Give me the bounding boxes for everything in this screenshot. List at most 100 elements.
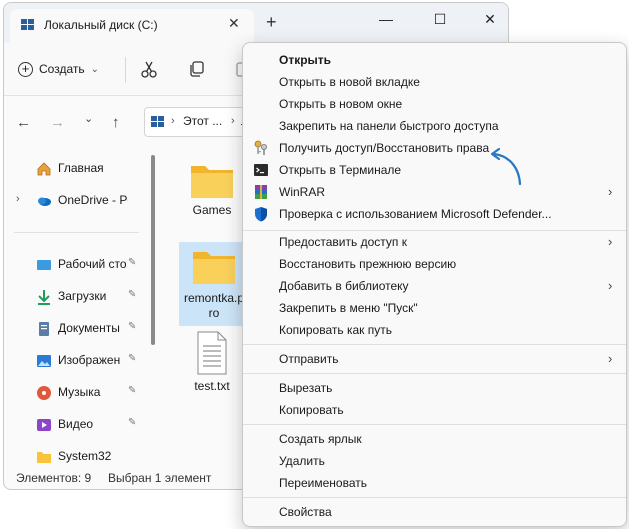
menu-item-open-new-tab[interactable]: Открыть в новой вкладке [243, 71, 626, 93]
menu-item-label: Вырезать [279, 381, 333, 395]
file-label: test.txt [194, 379, 230, 393]
file-label-line-1: remontka.p [183, 291, 245, 305]
forward-arrow-icon[interactable]: → [50, 114, 65, 131]
terminal-icon [254, 164, 268, 176]
menu-item-open-terminal[interactable]: Открыть в Терминале [243, 159, 626, 181]
chevron-down-icon: ⌄ [90, 63, 99, 75]
menu-item-restore-version[interactable]: Восстановить прежнюю версию [243, 253, 626, 275]
breadcrumb-separator: › [171, 115, 175, 127]
menu-item-label: Создать ярлык [279, 432, 362, 446]
pictures-icon [37, 355, 51, 367]
menu-item-open-new-window[interactable]: Открыть в новом окне [243, 93, 626, 115]
sidebar-item-label: Изображен [58, 353, 121, 367]
downloads-icon [38, 290, 50, 305]
cut-icon[interactable] [140, 60, 158, 78]
menu-item-defender-scan[interactable]: Проверка с использованием Microsoft Defe… [243, 203, 626, 225]
sidebar-item-desktop[interactable]: Рабочий сто ✎ [4, 254, 149, 276]
drive-icon [151, 116, 164, 127]
home-icon [37, 162, 51, 176]
sidebar-item-label: Главная [58, 161, 104, 175]
sidebar-item-onedrive[interactable]: › OneDrive - Pers [4, 190, 149, 212]
winrar-icon [255, 185, 267, 199]
drive-icon [21, 19, 34, 30]
menu-item-open[interactable]: Открыть [243, 49, 626, 71]
expand-chevron-icon[interactable]: › [16, 193, 20, 205]
menu-item-pin-to-start[interactable]: Закрепить в меню "Пуск" [243, 297, 626, 319]
menu-item-label: Закрепить на панели быстрого доступа [279, 119, 499, 133]
recent-dropdown-icon[interactable]: ⌄ [84, 112, 93, 125]
sidebar-item-documents[interactable]: Документы ✎ [4, 318, 149, 340]
annotation-arrow-icon [490, 147, 522, 186]
back-arrow-icon[interactable]: ← [16, 114, 31, 131]
sidebar-item-label: Рабочий сто [58, 257, 127, 271]
file-item-remontka[interactable]: remontka.p ro [179, 242, 249, 326]
plus-icon: + [18, 61, 33, 77]
menu-item-give-access[interactable]: Предоставить доступ к › [243, 231, 626, 253]
menu-item-label: Переименовать [279, 476, 367, 490]
menu-item-create-shortcut[interactable]: Создать ярлык [243, 428, 626, 450]
minimize-button[interactable]: — [366, 7, 406, 31]
file-item-games[interactable]: Games [177, 160, 247, 230]
tab-local-disk[interactable]: Локальный диск (C:) ✕ [10, 9, 254, 43]
sidebar-item-label: Музыка [58, 385, 101, 399]
folder-icon [193, 252, 235, 284]
file-item-test-txt[interactable]: test.txt [177, 330, 247, 400]
menu-item-label: Предоставить доступ к [279, 235, 407, 249]
sidebar-divider [14, 232, 139, 233]
menu-item-winrar[interactable]: WinRAR › [243, 181, 626, 203]
copy-icon[interactable] [188, 60, 206, 78]
maximize-button[interactable]: ☐ [420, 7, 460, 31]
menu-item-label: Открыть в новом окне [279, 97, 403, 111]
menu-item-label: Получить доступ/Восстановить права [279, 141, 490, 155]
menu-item-cut[interactable]: Вырезать [243, 377, 626, 399]
sidebar-scrollbar[interactable] [151, 155, 155, 345]
defender-shield-icon [255, 207, 267, 222]
folder-icon [191, 166, 233, 198]
keys-icon [254, 140, 267, 155]
text-file-icon [197, 331, 227, 375]
menu-item-copy[interactable]: Копировать [243, 399, 626, 421]
menu-item-add-to-library[interactable]: Добавить в библиотеку › [243, 275, 626, 297]
sidebar-item-label: Загрузки [58, 289, 107, 303]
menu-item-label: Проверка с использованием Microsoft Defe… [279, 207, 552, 221]
menu-item-properties[interactable]: Свойства [243, 501, 626, 523]
menu-item-label: Восстановить прежнюю версию [279, 257, 457, 271]
sidebar-item-music[interactable]: Музыка ✎ [4, 382, 149, 404]
sidebar-item-home[interactable]: Главная [4, 158, 149, 180]
menu-item-copy-as-path[interactable]: Копировать как путь [243, 319, 626, 341]
breadcrumb-separator: › [231, 115, 235, 127]
context-menu: Открыть Открыть в новой вкладке Открыть … [242, 42, 627, 527]
title-bar: Локальный диск (C:) ✕ + — ☐ ✕ [4, 3, 508, 43]
new-tab-button[interactable]: + [266, 13, 277, 31]
menu-item-label: WinRAR [279, 185, 326, 199]
close-tab-icon[interactable]: ✕ [228, 15, 240, 32]
menu-item-label: Открыть в Терминале [279, 163, 402, 177]
menu-item-rename[interactable]: Переименовать [243, 472, 626, 494]
sidebar-item-downloads[interactable]: Загрузки ✎ [4, 286, 149, 308]
menu-item-send-to[interactable]: Отправить › [243, 348, 626, 370]
close-window-button[interactable]: ✕ [470, 7, 508, 31]
videos-icon [37, 419, 51, 431]
menu-item-label: Удалить [279, 454, 325, 468]
menu-divider [243, 497, 626, 498]
menu-item-label: Открыть в новой вкладке [279, 75, 420, 89]
chevron-right-icon: › [608, 278, 613, 293]
menu-item-delete[interactable]: Удалить [243, 450, 626, 472]
menu-item-take-ownership[interactable]: Получить доступ/Восстановить права [243, 137, 626, 159]
create-button[interactable]: + Создать ⌄ [18, 58, 99, 80]
create-label: Создать [39, 62, 85, 76]
pin-icon: ✎ [128, 257, 137, 268]
breadcrumb-this-pc[interactable]: Этот ... [183, 114, 222, 128]
sidebar-item-videos[interactable]: Видео ✎ [4, 414, 149, 436]
tab-title: Локальный диск (C:) [44, 18, 158, 32]
pin-icon: ✎ [128, 353, 137, 364]
menu-item-pin-quick-access[interactable]: Закрепить на панели быстрого доступа [243, 115, 626, 137]
selection-count: Выбран 1 элемент [108, 471, 212, 485]
sidebar-item-label: System32 [58, 449, 112, 463]
navigation-pane: Главная › OneDrive - Pers Рабочий сто ✎ … [4, 148, 149, 468]
up-arrow-icon[interactable]: ↑ [112, 114, 120, 131]
pin-icon: ✎ [128, 321, 137, 332]
sidebar-item-system32[interactable]: System32 [4, 446, 149, 468]
menu-item-label: Отправить [279, 352, 339, 366]
sidebar-item-pictures[interactable]: Изображен ✎ [4, 350, 149, 372]
